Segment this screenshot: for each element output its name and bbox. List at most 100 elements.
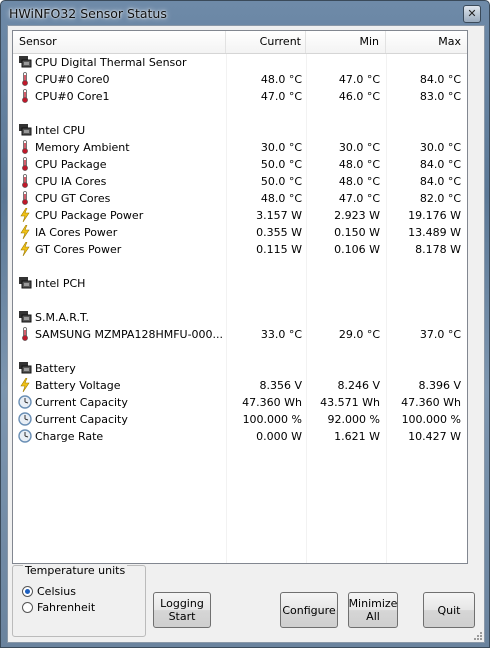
sensor-row[interactable]: GT Cores Power 0.115 W 0.106 W 8.178 W <box>13 241 467 258</box>
max-value: 13.489 W <box>408 226 461 239</box>
current-value: 47.0 °C <box>260 90 302 103</box>
sensor-group-row[interactable]: S.M.A.R.T. <box>13 309 467 326</box>
sensor-label: CPU IA Cores <box>35 175 107 188</box>
min-value: 29.0 °C <box>338 328 380 341</box>
max-value: 100.000 % <box>401 413 461 426</box>
sensor-label: SAMSUNG MZMPA128HMFU-000... <box>35 328 224 341</box>
group-label: Intel CPU <box>35 124 86 137</box>
column-header-sensor[interactable]: Sensor <box>13 31 226 53</box>
group-label: Battery <box>35 362 76 375</box>
logging-start-button[interactable]: Logging Start <box>153 592 211 628</box>
sensor-label: CPU#0 Core1 <box>35 90 110 103</box>
client-area: Sensor Current Min Max CPU Digital Therm… <box>7 25 485 643</box>
sensor-label: Current Capacity <box>35 396 128 409</box>
min-value: 92.000 % <box>327 413 380 426</box>
blank-row <box>13 105 467 122</box>
window-title: HWiNFO32 Sensor Status <box>9 6 167 21</box>
group-label: S.M.A.R.T. <box>35 311 89 324</box>
current-value: 0.355 W <box>256 226 302 239</box>
sensor-row[interactable]: CPU#0 Core0 48.0 °C 47.0 °C 84.0 °C <box>13 71 467 88</box>
min-value: 2.923 W <box>334 209 380 222</box>
current-value: 0.115 W <box>256 243 302 256</box>
min-value: 43.571 Wh <box>320 396 380 409</box>
max-value: 82.0 °C <box>419 192 461 205</box>
configure-label: Configure <box>282 603 336 617</box>
column-header: Sensor Current Min Max <box>13 31 467 54</box>
max-value: 47.360 Wh <box>401 396 461 409</box>
min-value: 0.150 W <box>334 226 380 239</box>
sensor-row[interactable]: CPU GT Cores 48.0 °C 47.0 °C 82.0 °C <box>13 190 467 207</box>
celsius-option[interactable]: Celsius <box>22 584 76 599</box>
fahrenheit-radio[interactable] <box>22 602 33 613</box>
min-value: 8.246 V <box>337 379 380 392</box>
sensor-group-row[interactable]: Intel PCH <box>13 275 467 292</box>
min-value: 1.621 W <box>334 430 380 443</box>
sensor-group-row[interactable]: CPU Digital Thermal Sensor <box>13 54 467 71</box>
max-value: 30.0 °C <box>419 141 461 154</box>
current-value: 8.356 V <box>259 379 302 392</box>
current-value: 50.0 °C <box>260 175 302 188</box>
sensor-label: GT Cores Power <box>35 243 122 256</box>
sensor-label: IA Cores Power <box>35 226 118 239</box>
sensor-row[interactable]: Battery Voltage 8.356 V 8.246 V 8.396 V <box>13 377 467 394</box>
min-value: 47.0 °C <box>338 192 380 205</box>
sensor-label: Memory Ambient <box>35 141 130 154</box>
temperature-units-group: Temperature units Celsius Fahrenheit <box>12 564 146 637</box>
current-value: 48.0 °C <box>260 73 302 86</box>
hwinfo-window: HWiNFO32 Sensor Status ✕ Sensor Current … <box>0 0 490 648</box>
sensor-list[interactable]: Sensor Current Min Max CPU Digital Therm… <box>12 30 468 564</box>
minimize-all-label-line1: Minimize <box>348 597 398 610</box>
sensor-row[interactable]: CPU IA Cores 50.0 °C 48.0 °C 84.0 °C <box>13 173 467 190</box>
celsius-radio[interactable] <box>22 586 33 597</box>
max-value: 10.427 W <box>408 430 461 443</box>
column-header-min[interactable]: Min <box>306 31 386 53</box>
max-value: 37.0 °C <box>419 328 461 341</box>
sensor-label: Current Capacity <box>35 413 128 426</box>
quit-button[interactable]: Quit <box>423 592 475 628</box>
current-value: 50.0 °C <box>260 158 302 171</box>
min-value: 30.0 °C <box>338 141 380 154</box>
max-value: 84.0 °C <box>419 175 461 188</box>
current-value: 3.157 W <box>256 209 302 222</box>
current-value: 48.0 °C <box>260 192 302 205</box>
sensor-label: Charge Rate <box>35 430 104 443</box>
sensor-group-row[interactable]: Battery <box>13 360 467 377</box>
temperature-units-title: Temperature units <box>23 564 128 577</box>
sensor-rows: CPU Digital Thermal Sensor CPU#0 Core0 48.… <box>13 54 467 445</box>
max-value: 83.0 °C <box>419 90 461 103</box>
sensor-row[interactable]: CPU Package Power 3.157 W 2.923 W 19.176 W <box>13 207 467 224</box>
close-button[interactable]: ✕ <box>463 5 481 23</box>
fahrenheit-option[interactable]: Fahrenheit <box>22 600 95 615</box>
configure-button[interactable]: Configure <box>280 592 338 628</box>
close-icon: ✕ <box>467 7 477 20</box>
minimize-all-label-line2: All <box>366 610 380 623</box>
title-bar[interactable]: HWiNFO32 Sensor Status ✕ <box>1 1 489 27</box>
column-header-current[interactable]: Current <box>226 31 306 53</box>
min-value: 46.0 °C <box>338 90 380 103</box>
current-value: 0.000 W <box>256 430 302 443</box>
sensor-row[interactable]: Charge Rate 0.000 W 1.621 W 10.427 W <box>13 428 467 445</box>
sensor-row[interactable]: Current Capacity 100.000 % 92.000 % 100.000… <box>13 411 467 428</box>
sensor-label: CPU Package <box>35 158 107 171</box>
blank-row <box>13 343 467 360</box>
celsius-label: Celsius <box>37 585 76 598</box>
minimize-all-button[interactable]: Minimize All <box>348 592 398 628</box>
max-value: 84.0 °C <box>419 73 461 86</box>
max-value: 8.178 W <box>415 243 461 256</box>
sensor-label: CPU Package Power <box>35 209 144 222</box>
sensor-label: Battery Voltage <box>35 379 121 392</box>
resize-grip-icon[interactable] <box>472 630 482 640</box>
blank-row <box>13 258 467 275</box>
sensor-row[interactable]: IA Cores Power 0.355 W 0.150 W 13.489 W <box>13 224 467 241</box>
sensor-row[interactable]: Current Capacity 47.360 Wh 43.571 Wh 47.360… <box>13 394 467 411</box>
sensor-row[interactable]: SAMSUNG MZMPA128HMFU-000... 33.0 °C 29.0 °… <box>13 326 467 343</box>
group-label: Intel PCH <box>35 277 86 290</box>
sensor-row[interactable]: Memory Ambient 30.0 °C 30.0 °C 30.0 °C <box>13 139 467 156</box>
sensor-row[interactable]: CPU Package 50.0 °C 48.0 °C 84.0 °C <box>13 156 467 173</box>
sensor-row[interactable]: CPU#0 Core1 47.0 °C 46.0 °C 83.0 °C <box>13 88 467 105</box>
max-value: 19.176 W <box>408 209 461 222</box>
current-value: 30.0 °C <box>260 141 302 154</box>
min-value: 47.0 °C <box>338 73 380 86</box>
sensor-group-row[interactable]: Intel CPU <box>13 122 467 139</box>
column-header-max[interactable]: Max <box>386 31 467 53</box>
